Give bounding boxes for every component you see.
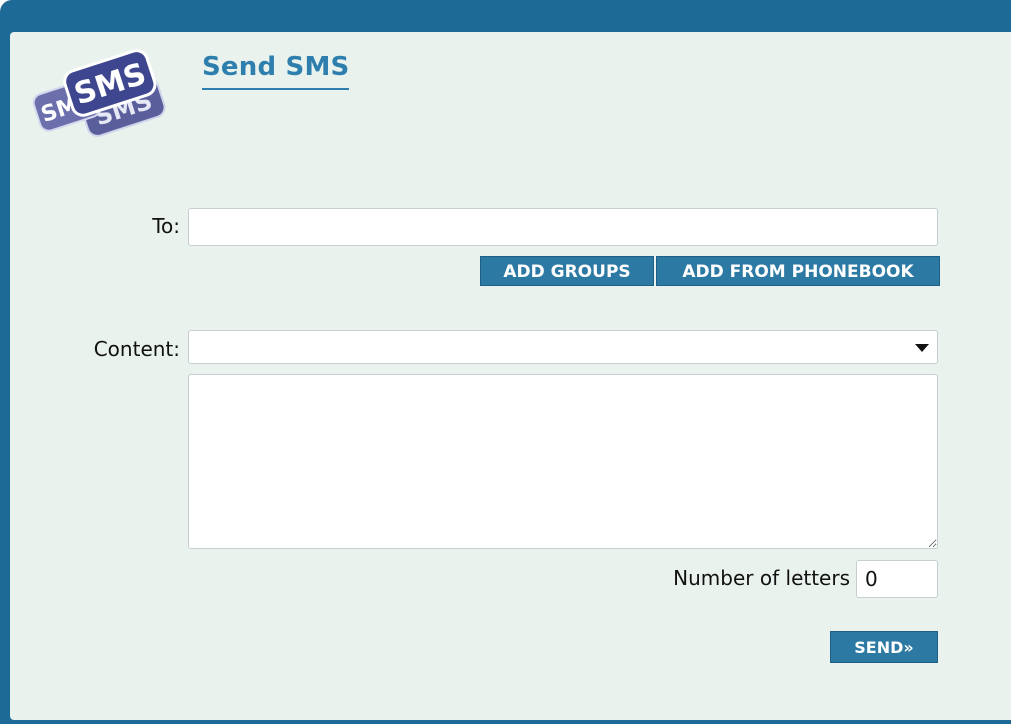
message-textarea[interactable] bbox=[188, 374, 938, 549]
number-of-letters-label: Number of letters bbox=[673, 566, 850, 590]
sms-logo-icon: SMS SMS SMS bbox=[32, 49, 166, 137]
send-button[interactable]: SEND» bbox=[830, 631, 938, 663]
recipient-buttons: ADD GROUPS ADD FROM PHONEBOOK bbox=[480, 256, 940, 286]
send-sms-panel: SMS SMS SMS Send SMS To: ADD GROUPS ADD … bbox=[10, 32, 1011, 720]
add-groups-button[interactable]: ADD GROUPS bbox=[480, 256, 654, 286]
number-of-letters-field[interactable] bbox=[856, 560, 938, 598]
to-label: To: bbox=[152, 214, 180, 238]
content-label: Content: bbox=[93, 337, 180, 361]
to-input[interactable] bbox=[188, 208, 938, 246]
content-template-select[interactable] bbox=[188, 330, 938, 364]
chevron-down-icon[interactable] bbox=[915, 344, 929, 352]
page-title: Send SMS bbox=[202, 52, 350, 90]
window-frame: SMS SMS SMS Send SMS To: ADD GROUPS ADD … bbox=[0, 0, 1011, 724]
add-from-phonebook-button[interactable]: ADD FROM PHONEBOOK bbox=[656, 256, 940, 286]
